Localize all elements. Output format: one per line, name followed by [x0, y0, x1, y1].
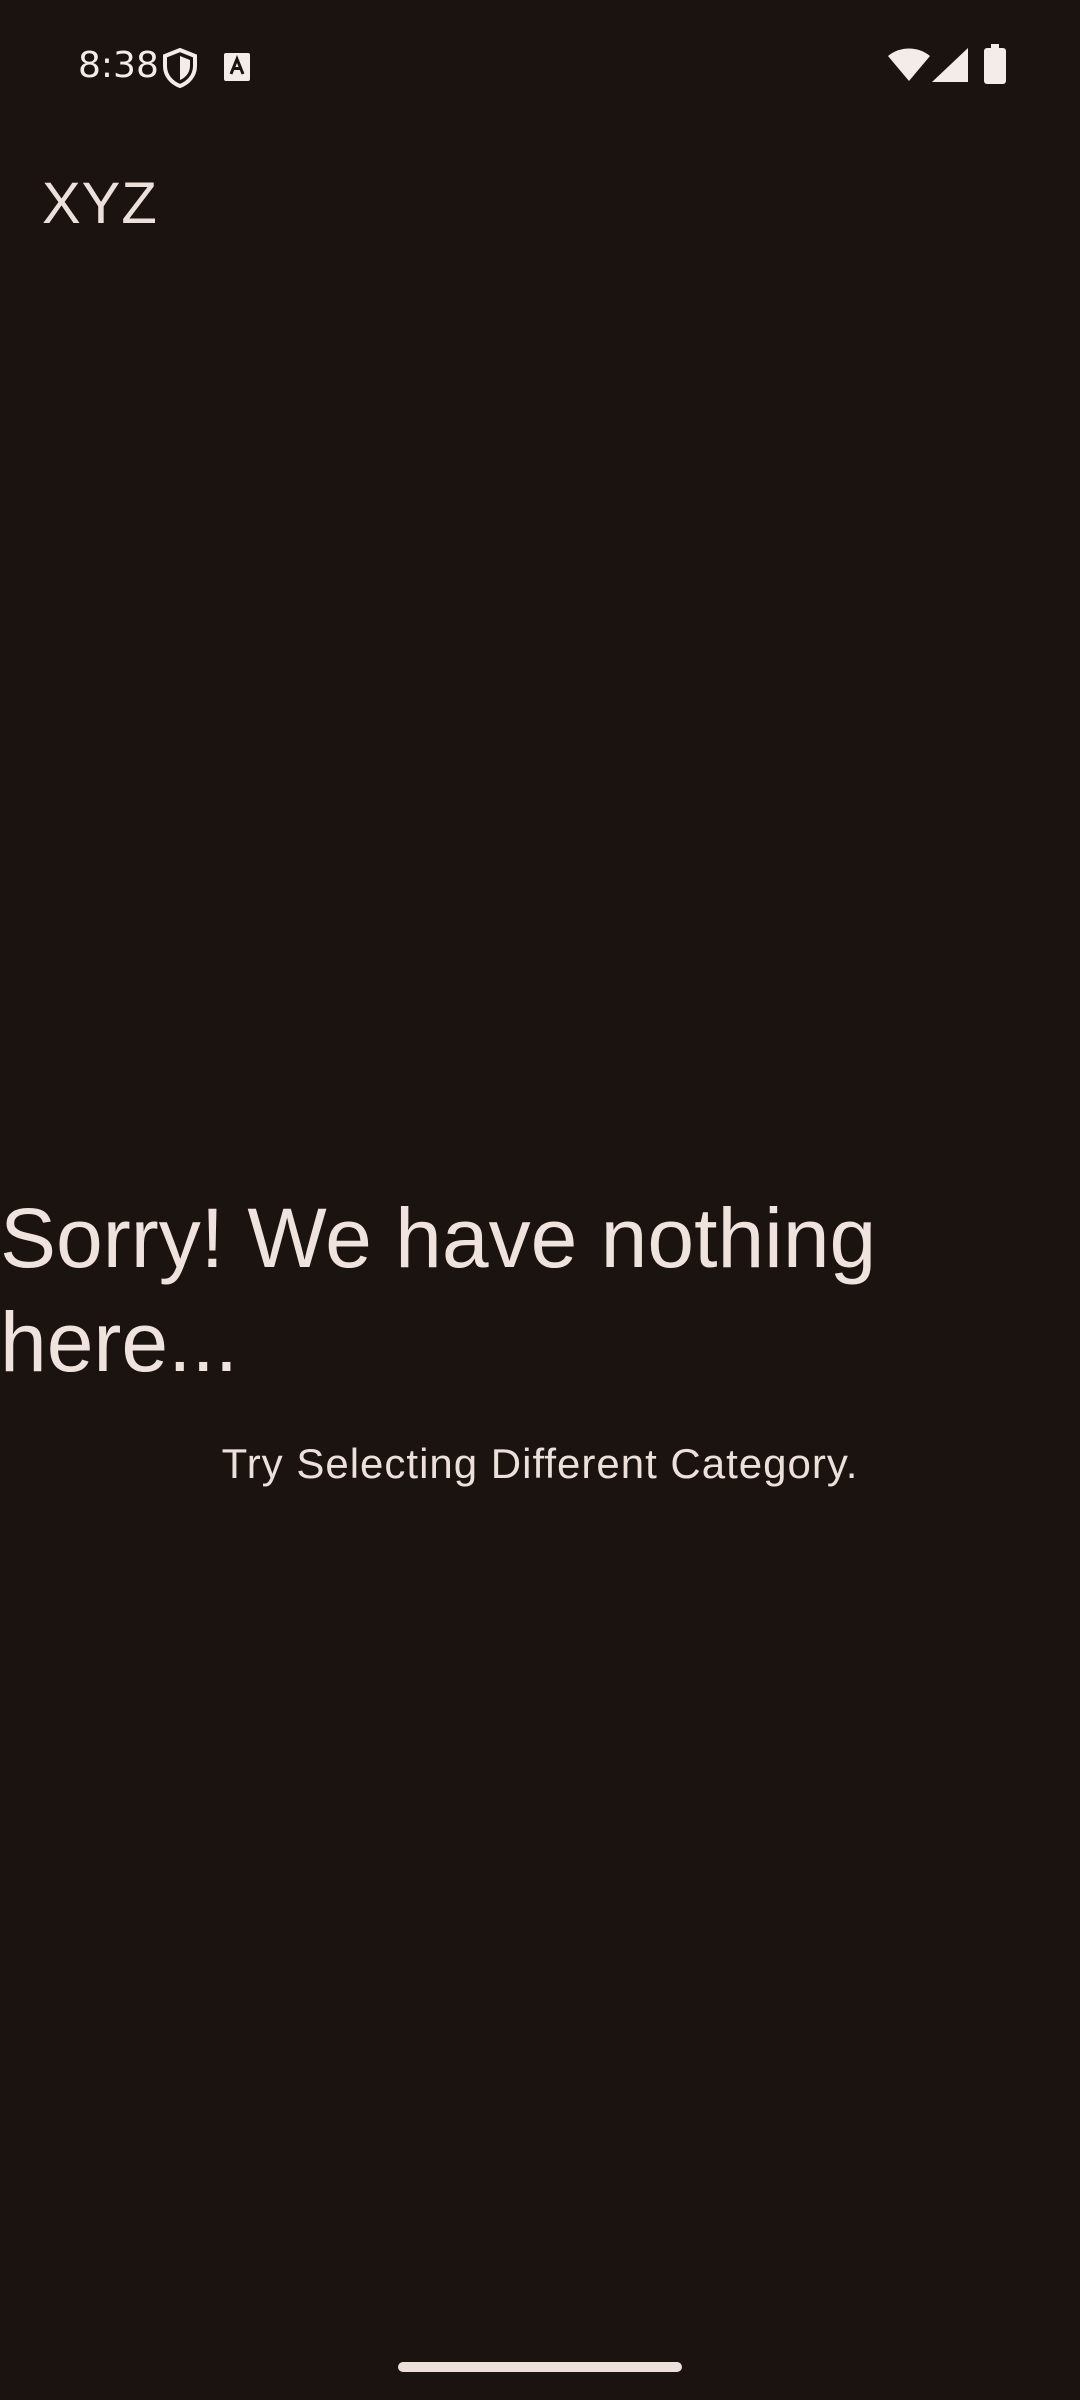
status-bar: 8:38 [0, 0, 1080, 130]
app-title: XYZ [42, 171, 158, 236]
font-icon [224, 53, 250, 81]
gesture-navigation-bar[interactable] [398, 2362, 682, 2372]
battery-icon [984, 44, 1006, 84]
status-time: 8:38 [78, 45, 159, 86]
signal-icon [932, 48, 968, 82]
empty-state-title: Sorry! We have nothing here... [0, 1191, 877, 1389]
shield-icon [163, 48, 197, 88]
wifi-icon [888, 48, 930, 81]
empty-state-subtitle: Try Selecting Different Category. [221, 1440, 859, 1487]
